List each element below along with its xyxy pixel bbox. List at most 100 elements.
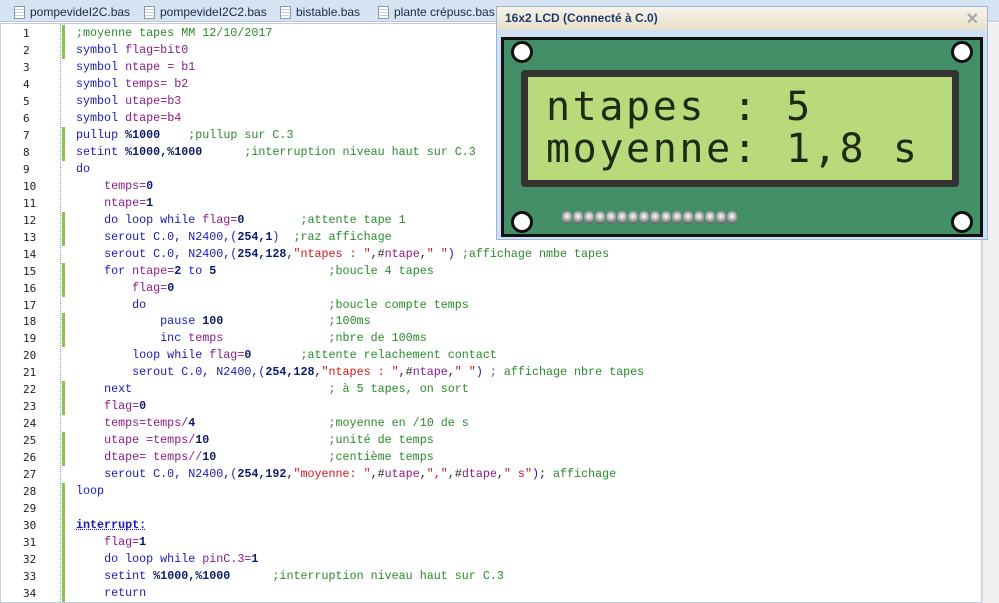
line-number: 28 bbox=[23, 485, 37, 499]
pin-icon bbox=[694, 211, 704, 224]
change-marker bbox=[62, 517, 65, 535]
code-line[interactable]: 29 bbox=[1, 500, 961, 518]
code-token: loop bbox=[76, 484, 105, 499]
close-icon[interactable]: ✕ bbox=[966, 9, 979, 29]
code-line[interactable]: 22 next ; à 5 tapes, on sort bbox=[1, 381, 961, 399]
change-marker bbox=[62, 25, 65, 42]
code-token: temps= bbox=[104, 178, 147, 193]
code-line[interactable]: 28 loop bbox=[1, 483, 961, 501]
code-token: 0 bbox=[146, 178, 154, 193]
code-token: 254,1 bbox=[237, 229, 273, 244]
code-token: ;attente relachement contact bbox=[300, 348, 497, 363]
code-token: serout C.0, N2400,( bbox=[132, 365, 266, 380]
code-text: next ; à 5 tapes, on sort bbox=[76, 381, 469, 398]
code-text: symbol ntape = b1 bbox=[76, 59, 195, 76]
pin-icon bbox=[573, 211, 583, 224]
code-token: pinC.3= bbox=[202, 552, 252, 567]
code-line[interactable]: 34 return bbox=[1, 585, 961, 602]
code-token: ; bbox=[538, 467, 554, 482]
code-line[interactable]: 26 dtape= temps//10 ;centième temps bbox=[1, 449, 961, 467]
code-line[interactable]: 33 setint %1000,%1000 ;interruption nive… bbox=[1, 568, 961, 586]
code-text: symbol dtape=b4 bbox=[76, 110, 181, 127]
code-token: " " bbox=[426, 246, 448, 261]
code-token: " s" bbox=[503, 467, 532, 482]
code-line[interactable]: 15 for ntape=2 to 5 ;boucle 4 tapes bbox=[1, 262, 961, 280]
change-marker bbox=[62, 381, 65, 399]
code-token: ;attente tape 1 bbox=[300, 212, 406, 227]
code-token: interrupt: bbox=[76, 518, 147, 533]
code-line[interactable]: 14 serout C.0, N2400,(254,128, "ntapes : … bbox=[1, 246, 961, 263]
tab-bistable[interactable]: bistable.bas bbox=[280, 3, 360, 21]
change-marker bbox=[62, 313, 65, 331]
change-marker bbox=[62, 432, 65, 450]
line-number: 34 bbox=[23, 587, 37, 600]
line-number: 22 bbox=[23, 383, 37, 397]
code-token: "ntapes : " bbox=[293, 246, 371, 261]
code-text: for ntape=2 to 5 ;boucle 4 tapes bbox=[76, 263, 434, 280]
pin-icon bbox=[661, 211, 671, 224]
code-line[interactable]: 23 flag=0 bbox=[1, 398, 961, 416]
change-marker bbox=[62, 551, 65, 569]
code-token: 254,192 bbox=[237, 467, 287, 482]
code-line[interactable]: 18 pause 100 ;100ms bbox=[1, 313, 961, 331]
code-line[interactable]: 31 flag=1 bbox=[1, 534, 961, 552]
code-token: 1 bbox=[139, 535, 147, 550]
code-token: flag= bbox=[209, 348, 245, 363]
code-text: inc temps ;nbre de 100ms bbox=[76, 330, 427, 347]
tab-pompevidei2c[interactable]: pompevideI2C.bas bbox=[14, 3, 130, 21]
code-line[interactable]: 16 flag=0 bbox=[1, 279, 961, 297]
code-token: flag= bbox=[132, 280, 168, 295]
code-line[interactable]: 17 do ;boucle compte temps bbox=[1, 297, 961, 314]
code-line[interactable]: 20 loop while flag=0 ;attente relachemen… bbox=[1, 347, 961, 364]
code-token: , bbox=[447, 365, 455, 380]
change-marker bbox=[62, 126, 65, 144]
code-line[interactable]: 21 serout C.0, N2400,(254,128,"ntapes : … bbox=[1, 364, 961, 381]
code-token: ,# bbox=[370, 467, 385, 482]
code-line[interactable]: 27 serout C.0, N2400,(254,192, "moyenne: … bbox=[1, 466, 961, 483]
code-token: temps= b2 bbox=[125, 76, 189, 91]
code-token: return bbox=[104, 586, 147, 600]
code-token: serout C.0, N2400,( bbox=[104, 467, 238, 482]
tab-pompevidei2c2[interactable]: pompevideI2C2.bas bbox=[144, 3, 267, 21]
code-token: 10 bbox=[195, 433, 210, 448]
lcd-screen: ntapes : 5 moyenne: 1,8 s bbox=[528, 77, 952, 180]
code-token: dtape=b4 bbox=[125, 110, 182, 125]
line-number: 2 bbox=[23, 43, 30, 57]
code-line[interactable]: 19 inc temps ;nbre de 100ms bbox=[1, 330, 961, 348]
change-marker bbox=[62, 211, 65, 229]
code-line[interactable]: 32 do loop while pinC.3=1 bbox=[1, 551, 961, 569]
file-icon bbox=[144, 5, 155, 19]
change-marker bbox=[62, 262, 65, 280]
code-token: ntape bbox=[412, 365, 448, 380]
code-line[interactable]: 25 utape =temps/10 ;unité de temps bbox=[1, 432, 961, 450]
code-text: do loop while pinC.3=1 bbox=[76, 551, 258, 568]
mount-hole-icon bbox=[511, 211, 533, 233]
tab-plante-crepusc[interactable]: plante crépusc.bas bbox=[378, 3, 495, 21]
line-number: 25 bbox=[23, 434, 37, 448]
code-token: ;pullup sur C.3 bbox=[188, 127, 294, 142]
code-token: ;centième temps bbox=[328, 450, 434, 465]
code-token: symbol bbox=[76, 76, 126, 91]
code-token: temps bbox=[188, 331, 224, 346]
code-line[interactable]: 24 temps=temps/4 ;moyenne en /10 de s bbox=[1, 415, 961, 432]
mount-hole-icon bbox=[511, 41, 533, 63]
code-line[interactable]: 30 interrupt: bbox=[1, 517, 961, 535]
line-number: 17 bbox=[23, 298, 37, 312]
code-token: symbol bbox=[76, 42, 126, 57]
code-token: ;unité de temps bbox=[328, 433, 434, 448]
